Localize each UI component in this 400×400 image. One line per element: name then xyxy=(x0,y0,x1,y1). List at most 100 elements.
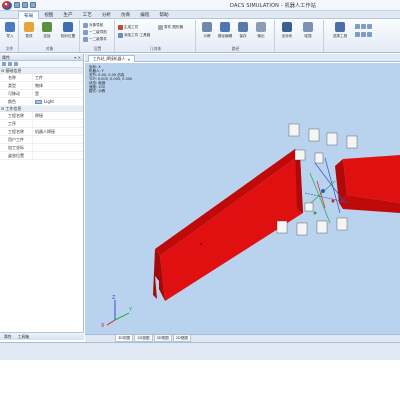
ribbon-tab[interactable]: 布局 xyxy=(18,11,40,19)
teach-button[interactable]: 示教 xyxy=(199,21,215,43)
connect-icon xyxy=(42,22,52,32)
property-value[interactable]: 是 xyxy=(32,89,83,98)
property-key: 加工坐标 xyxy=(8,144,24,150)
sort-category-icon[interactable] xyxy=(2,62,6,66)
change-icon xyxy=(24,22,34,32)
view-tab[interactable]: 3D视图 xyxy=(153,335,172,342)
object-nav-button[interactable]: 对象导航 xyxy=(83,22,103,28)
level-part-button[interactable]: 一二级零件 xyxy=(83,36,107,42)
select-tool-button[interactable]: 选择工具 xyxy=(329,21,351,43)
graphics-icon xyxy=(158,24,163,30)
property-value[interactable] xyxy=(32,151,83,160)
import-icon xyxy=(5,22,15,32)
change-button[interactable]: 更改 xyxy=(21,21,37,43)
align-icon xyxy=(355,23,360,29)
background xyxy=(0,360,400,400)
ribbon-tab[interactable]: 分析 xyxy=(97,11,116,19)
ribbon-tab[interactable]: 工艺 xyxy=(78,11,97,19)
property-value[interactable] xyxy=(32,135,83,144)
property-key: 名称 xyxy=(8,74,16,80)
ribbon-small-1[interactable] xyxy=(355,23,372,29)
property-row[interactable]: 姿态位置 xyxy=(0,151,83,160)
app-menu-icon[interactable] xyxy=(2,1,12,10)
property-key: 可移动 xyxy=(8,90,20,96)
ribbon-group-geometry: 生成工件 添加工件 工具箱 零件 图形器 几何体 xyxy=(116,20,196,52)
add-part-toolbox-button[interactable]: 添加工件 工具箱 xyxy=(118,32,150,38)
part-graphics-button[interactable]: 零件 图形器 xyxy=(158,24,183,30)
property-panel: 属性 ▾ ✕ ⊟ 基础信息 名称 工件 类型 物体 可移动是颜色 Light ⊟ 工作信息 工程名称… xyxy=(0,54,84,340)
coordinate-icon xyxy=(282,22,292,32)
pin-icon[interactable]: ▾ ✕ xyxy=(74,55,81,60)
view-tab[interactable]: 3D视图 xyxy=(115,335,134,342)
level-nav-button[interactable]: 一二级导航 xyxy=(83,29,107,35)
ribbon-group-object: 更改 连接 相对位置 对象 xyxy=(20,20,80,52)
measure-icon xyxy=(355,31,360,37)
axis-triad: Z Y X xyxy=(101,295,133,329)
red-plate-right[interactable] xyxy=(335,155,400,213)
ribbon-group-file: 导入 文件 xyxy=(1,20,19,52)
ribbon-group-path: 示教 路径编辑 保存 输出 路径 xyxy=(197,20,275,52)
distribute-icon xyxy=(361,23,366,29)
teach-icon xyxy=(202,22,212,32)
coordinate-button[interactable]: 坐标系 xyxy=(279,21,295,43)
import-button[interactable]: 导入 xyxy=(2,21,18,43)
property-key: 工序 xyxy=(8,120,16,126)
property-grid: ⊟ 基础信息 名称 工件 类型 物体 可移动是颜色 Light ⊟ 工作信息 工程名称 焊接 工序 工程名… xyxy=(0,68,83,160)
view-tab[interactable]: 2D视图 xyxy=(172,335,191,342)
view-tab[interactable]: 2D视图 xyxy=(134,335,153,342)
level-icon xyxy=(83,29,88,35)
svg-text:Y: Y xyxy=(128,307,133,313)
status-bar xyxy=(0,342,400,360)
ribbon-tab[interactable]: 生产 xyxy=(58,11,77,19)
svg-text:X: X xyxy=(101,323,105,329)
3d-viewport[interactable]: 坐标: X 机器人: Y 关节: 0.00, 0.00 仿真 TCP: 0.000, … xyxy=(85,63,400,334)
redo-icon[interactable] xyxy=(30,2,36,8)
close-icon[interactable]: ✕ xyxy=(127,57,130,62)
property-key: 类型 xyxy=(8,82,16,88)
quick-access-toolbar xyxy=(14,2,36,8)
collapse-icon[interactable]: ⊟ xyxy=(1,68,4,73)
view-icon xyxy=(367,31,372,37)
footer-tab-properties[interactable]: 属性 xyxy=(4,334,12,339)
collision-icon xyxy=(303,22,313,32)
ribbon-tab[interactable]: 视图 xyxy=(39,11,58,19)
property-value[interactable]: 工件 xyxy=(32,73,83,82)
sort-alpha-icon[interactable] xyxy=(8,62,12,66)
document-tabs: 工作站_焊接机器人 ✕ xyxy=(85,54,400,62)
grid-icon xyxy=(361,31,366,37)
path-edit-button[interactable]: 路径编辑 xyxy=(217,21,233,43)
undo-icon[interactable] xyxy=(22,2,28,8)
property-key: 姿态位置 xyxy=(8,152,24,158)
property-panel-header: 属性 ▾ ✕ xyxy=(0,54,83,61)
ribbon-group-settings: 对象导航 一二级导航 一二级零件 设置 xyxy=(81,20,115,52)
connect-button[interactable]: 连接 xyxy=(39,21,55,43)
property-value[interactable] xyxy=(32,119,83,128)
ribbon-tab[interactable]: 帮助 xyxy=(154,11,173,19)
ribbon-small-2[interactable] xyxy=(355,31,372,37)
property-key: 工程名称 xyxy=(8,112,24,118)
generate-part-button[interactable]: 生成工件 xyxy=(118,24,138,30)
relative-position-icon xyxy=(63,22,73,32)
relative-position-button[interactable]: 相对位置 xyxy=(58,21,78,43)
property-key: 颜色 xyxy=(8,98,16,104)
collapse-icon[interactable]: ⊟ xyxy=(1,106,4,111)
save-path-icon xyxy=(238,22,248,32)
part-icon xyxy=(83,36,88,42)
properties-icon[interactable] xyxy=(14,62,18,66)
output-button[interactable]: 输出 xyxy=(253,21,269,43)
collision-button[interactable]: 碰撞 xyxy=(300,21,316,43)
property-value[interactable]: 焊接 xyxy=(32,111,83,120)
scene-svg: Z Y X xyxy=(101,123,400,329)
ribbon-group-select: 选择工具 xyxy=(325,20,398,52)
footer-tab-toolbox[interactable]: 工具箱 xyxy=(18,334,29,339)
ribbon-tabs: 布局 视图 生产 工艺 分析 仿真 编程 帮助 xyxy=(0,11,400,19)
save-icon[interactable] xyxy=(14,2,20,8)
property-value[interactable]: 物体 xyxy=(32,81,83,90)
property-value[interactable] xyxy=(32,143,83,152)
save-path-button[interactable]: 保存 xyxy=(235,21,251,43)
document-tab[interactable]: 工作站_焊接机器人 ✕ xyxy=(88,55,136,62)
property-value[interactable]: Light xyxy=(32,97,83,106)
property-value[interactable]: 机器人焊接 xyxy=(32,127,83,136)
ribbon-tab[interactable]: 编程 xyxy=(135,11,154,19)
ribbon-tab[interactable]: 仿真 xyxy=(116,11,135,19)
